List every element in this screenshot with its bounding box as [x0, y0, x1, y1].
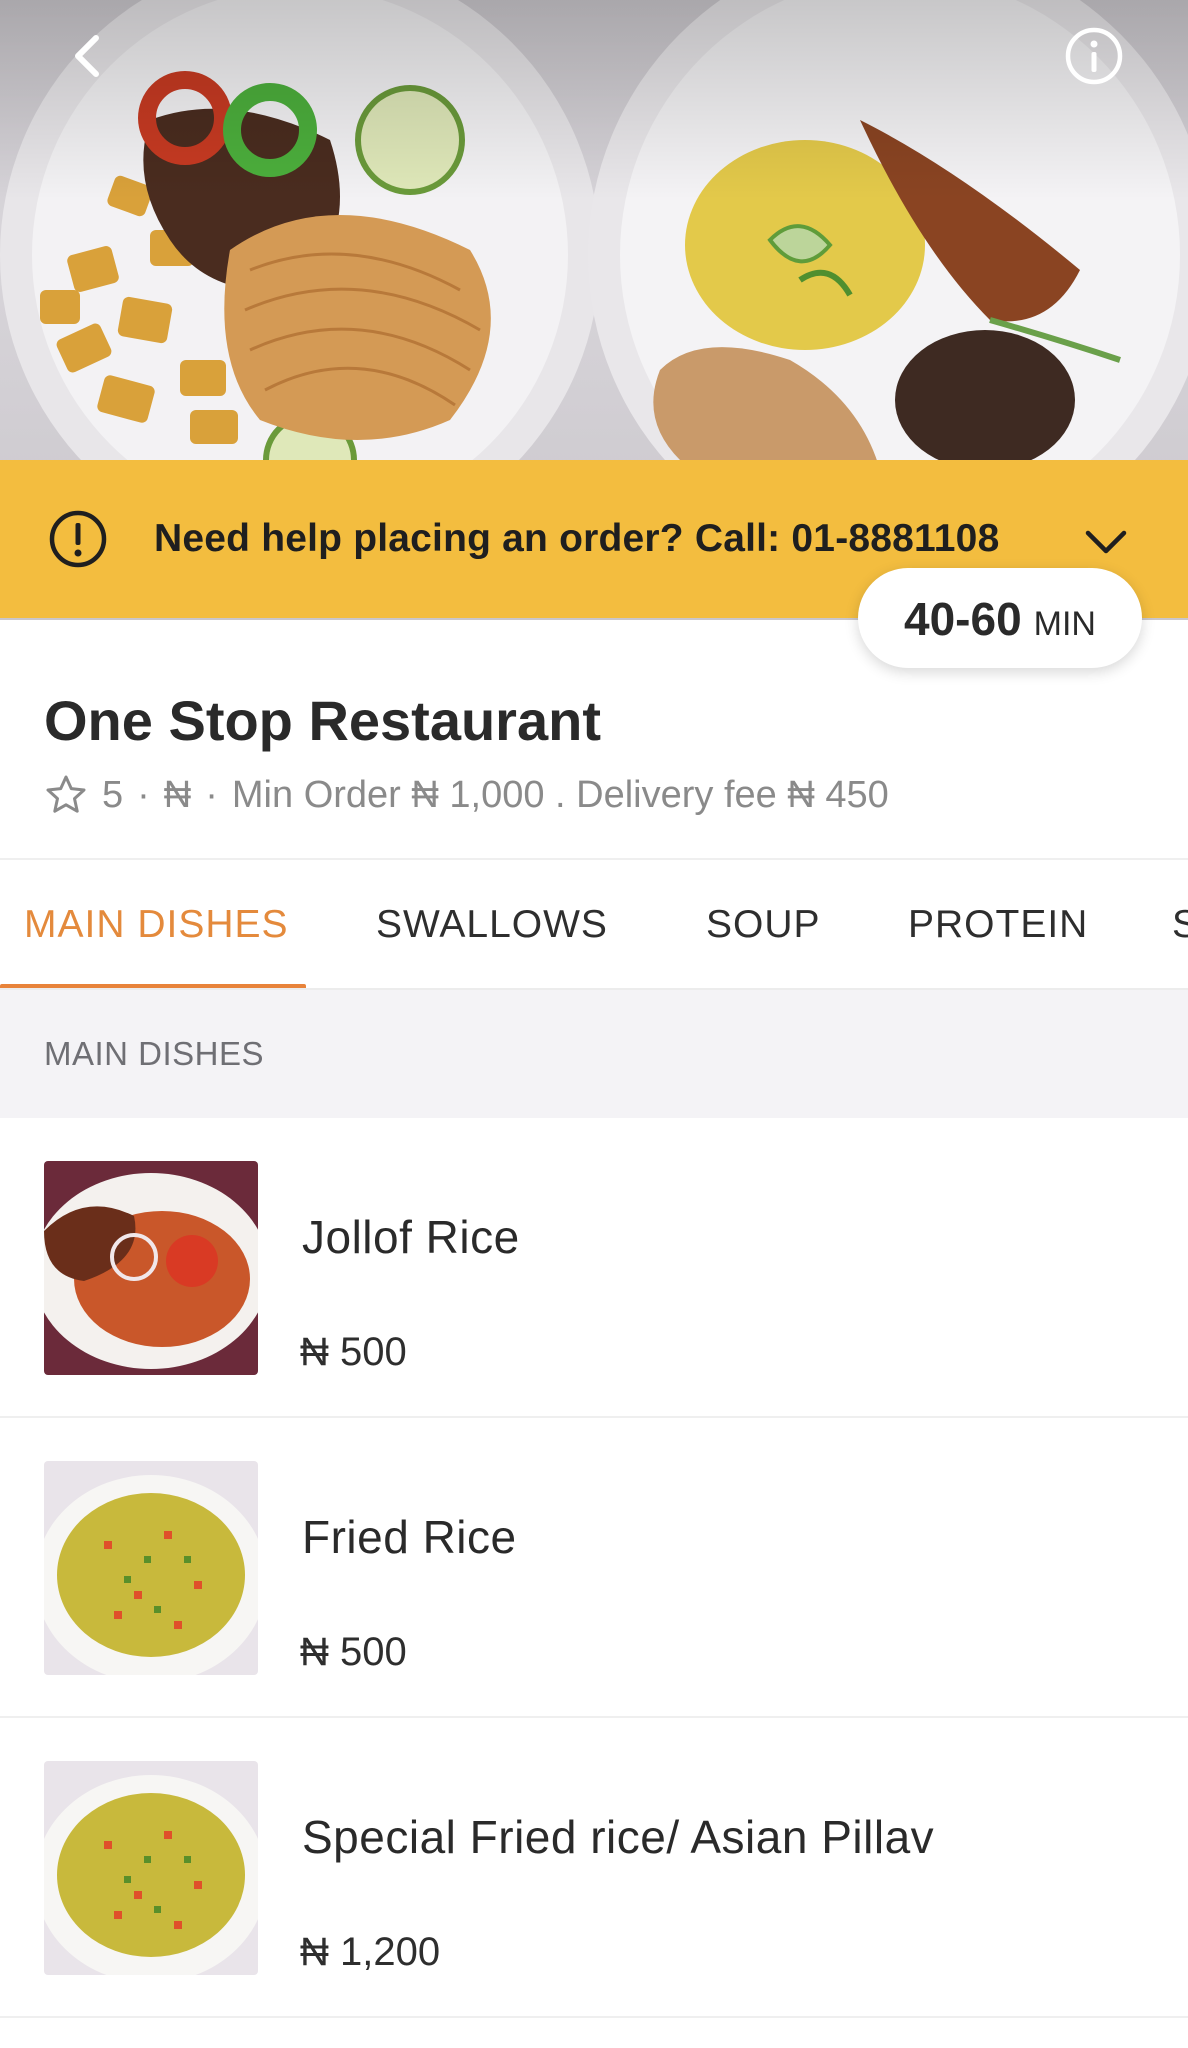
restaurant-meta: 5 · ₦ · Min Order ₦ 1,000 . Delivery fee… [44, 772, 889, 818]
delivery-time-unit: MIN [1033, 605, 1096, 643]
menu-item[interactable]: Fried Rice ₦ 500 [0, 1418, 1188, 1718]
info-button[interactable] [1054, 16, 1134, 96]
help-banner-text: Need help placing an order? Call: 01-888… [154, 517, 1000, 560]
chevron-left-icon [75, 35, 99, 77]
menu-item-price: ₦ 500 [300, 1330, 407, 1374]
restaurant-price-level: ₦ [163, 773, 192, 816]
menu-item[interactable]: Jollof Rice ₦ 500 [0, 1118, 1188, 1418]
section-header: MAIN DISHES [0, 990, 1188, 1118]
tab-protein[interactable]: PROTEIN [908, 860, 1088, 988]
meta-separator: · [137, 773, 150, 816]
menu-item-name: Special Fried rice/ Asian Pillav [302, 1811, 935, 1863]
alert-circle-icon [49, 510, 107, 568]
back-button[interactable] [48, 16, 128, 96]
menu-item-image [44, 1161, 258, 1375]
info-circle-icon [1065, 27, 1123, 85]
chevron-down-icon[interactable] [1082, 517, 1130, 565]
menu-item-price: ₦ 500 [300, 1630, 407, 1674]
restaurant-min-order: Min Order ₦ 1,000 . Delivery fee ₦ 450 [231, 773, 889, 816]
menu-item-price: ₦ 1,200 [300, 1930, 441, 1974]
tab-swallows[interactable]: SWALLOWS [376, 860, 608, 988]
tab-main-dishes[interactable]: MAIN DISHES [24, 860, 289, 988]
hero-shade [0, 0, 1188, 200]
menu-item-name: Fried Rice [302, 1511, 517, 1563]
menu-item-image [44, 1761, 258, 1975]
star-icon [46, 775, 86, 813]
meta-separator: · [205, 773, 218, 816]
menu-item-name: Jollof Rice [302, 1211, 520, 1263]
tab-next-category[interactable]: S [1172, 860, 1188, 988]
restaurant-page: Need help placing an order? Call: 01-888… [0, 0, 1188, 2048]
menu-item-image [44, 1461, 258, 1675]
restaurant-rating: 5 [102, 773, 124, 816]
menu-item[interactable]: Special Fried rice/ Asian Pillav ₦ 1,200 [0, 1718, 1188, 2018]
category-tabs: MAIN DISHES SWALLOWS SOUP PROTEIN S [0, 858, 1188, 990]
delivery-time-badge: 40-60 MIN [858, 568, 1142, 668]
delivery-time-range: 40-60 [904, 593, 1022, 645]
restaurant-name: One Stop Restaurant [44, 689, 601, 752]
tab-soup[interactable]: SOUP [706, 860, 821, 988]
